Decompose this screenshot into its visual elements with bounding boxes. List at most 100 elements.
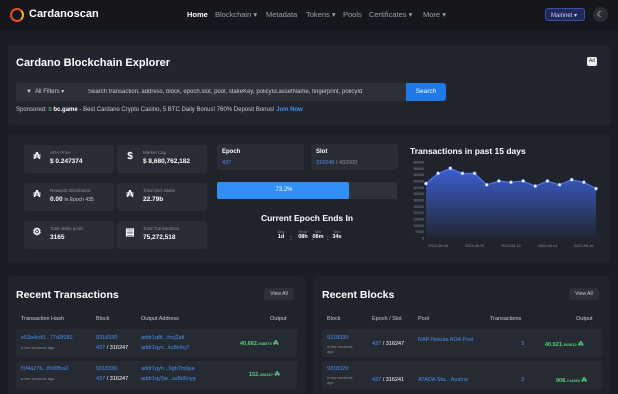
search-input[interactable] (80, 83, 406, 101)
table-row (322, 361, 602, 389)
block-output: 40,921.363612 ₳ (545, 341, 584, 348)
network-selector[interactable]: Mainnet ▾ (545, 8, 585, 21)
nav-certificates[interactable]: Certificates ▾ (369, 10, 412, 19)
slot-label: Slot (316, 149, 328, 155)
block-tx-count: 3 (521, 377, 525, 383)
cardanoscan-logo-icon[interactable] (10, 8, 24, 22)
transactions-chart: 0 5000 10000 15000 20000 25000 30000 35000 40000… (413, 161, 598, 248)
x-tick-label: 2023-08-14 (538, 244, 557, 248)
block-tx-count: 3 (521, 341, 525, 347)
sponsor-join-link[interactable]: Join Now (276, 107, 303, 113)
total-tx-value: 75,272,518 (143, 234, 176, 241)
sponsor-name[interactable]: bc.game (53, 107, 77, 113)
data-point (448, 166, 453, 171)
ada-logo-icon: ₳ (33, 189, 41, 200)
ada-icon: ₳ (273, 340, 279, 347)
y-tick-label: 25000 (413, 205, 424, 209)
ada-logo-icon: ₳ (126, 189, 134, 200)
chart-title: Transactions in past 15 days (410, 146, 526, 156)
ada-icon: ₳ (581, 377, 587, 384)
ad-badge[interactable]: Ad (587, 57, 597, 66)
y-tick-label: 35000 (413, 192, 424, 196)
output-address-link[interactable]: addr1qy5w...ss8d6nyp (141, 376, 196, 382)
tx-time: a few seconds ago (21, 376, 55, 381)
tx-epoch-slot: 437 / 316247 (96, 376, 129, 382)
ada-price-value: $ 0.247374 (50, 158, 83, 165)
slot-card (311, 144, 398, 170)
search-button[interactable]: Search (406, 83, 446, 101)
nav-pools[interactable]: Pools (343, 10, 362, 19)
search-filter-dropdown[interactable]: ▼ All Filters ▾ (16, 83, 80, 101)
recent-blocks-title: Recent Blocks (322, 289, 395, 301)
x-tick-label: 2023-08-08 (428, 244, 447, 248)
y-tick-label: 20000 (413, 211, 424, 215)
slot-value: 316246 / 432000 (316, 160, 358, 166)
x-tick-label: 2023-08-10 (465, 244, 484, 248)
ada-logo-icon: ₳ (33, 151, 41, 162)
pool-link[interactable]: ATADA Sta... Austria (418, 377, 468, 383)
countdown-days: Day 1d (277, 229, 285, 240)
countdown-hours: Hour 08h (298, 229, 308, 240)
chevron-down-icon: ▾ (331, 10, 336, 19)
rewards-value: 0.00 in Epoch 435 (50, 196, 94, 203)
block-link[interactable]: 9318330 (327, 335, 348, 341)
col-header: Block (96, 316, 110, 322)
tx-hash-link[interactable]: e53a4cd0...77d2f182 (21, 335, 73, 341)
col-header: Transaction Hash (21, 316, 64, 322)
y-tick-label: 10000 (413, 224, 424, 228)
pool-link[interactable]: RAP-Nekota ADA Pool (418, 336, 476, 345)
tx-block-link[interactable]: 9318330 (96, 335, 117, 341)
receipt-icon: ▤ (125, 227, 135, 238)
block-link[interactable]: 9318329 (327, 366, 348, 372)
market-cap-value: $ 8,680,762,182 (143, 158, 190, 165)
countdown-minutes: Min 08m (312, 229, 324, 240)
epoch-label: Epoch (222, 149, 241, 155)
tx-block-link[interactable]: 9318330 (96, 366, 117, 372)
stake-pools-label: Total stake pools (50, 226, 84, 231)
x-tick-label: 2023-08-16 (574, 244, 593, 248)
nav-more[interactable]: More ▾ (423, 10, 446, 19)
block-time: a few seconds ago (327, 344, 353, 354)
site-logo-text[interactable]: Cardanoscan (29, 8, 99, 20)
nav-tokens[interactable]: Tokens ▾ (306, 10, 336, 19)
y-tick-label: 50000 (413, 173, 424, 177)
countdown-seconds: Sec 34s (332, 229, 342, 240)
recent-transactions-title: Recent Transactions (16, 289, 119, 301)
col-header: Epoch / Slot (372, 316, 402, 322)
tx-output: 152.426467 ₳ (249, 371, 280, 378)
data-point (509, 180, 513, 185)
output-address-link[interactable]: addr1qyx...kz8v9cj7 (141, 345, 190, 351)
output-address-link[interactable]: addr1q8t...fxcj2jdt (141, 335, 184, 341)
nav-blockchain[interactable]: Blockchain ▾ (215, 10, 257, 19)
view-all-transactions-button[interactable]: View All (264, 288, 294, 300)
chevron-down-icon: ▾ (442, 10, 446, 19)
sponsor-text: - Best Cardano Crypto Casino, 5 BTC Dail… (79, 107, 275, 113)
col-header: Output Address (141, 316, 179, 322)
y-tick-label: 45000 (413, 180, 424, 184)
epoch-countdown-title: Current Epoch Ends In (260, 213, 354, 223)
page-title: Cardano Blockchain Explorer (16, 57, 171, 69)
total-stake-label: Total ADA Stake (143, 188, 176, 193)
ada-icon: ₳ (274, 371, 280, 378)
y-tick-label: 60000 (413, 161, 424, 165)
data-point (533, 184, 538, 188)
data-point (472, 171, 477, 176)
data-point (557, 182, 562, 187)
block-time: a few seconds ago (327, 375, 353, 385)
epoch-progress-text: 73.2% (275, 187, 293, 193)
ada-icon: ₳ (578, 341, 584, 348)
data-point (569, 177, 574, 182)
epoch-value[interactable]: 437 (222, 160, 231, 166)
nav-home[interactable]: Home (187, 10, 208, 19)
epoch-card (217, 144, 304, 170)
tx-hash-link[interactable]: f1f4a276...f0d9fba2 (21, 366, 68, 372)
data-point (545, 179, 550, 183)
col-header: Transactions (490, 316, 522, 322)
tx-output: 40,662.938575 ₳ (240, 340, 279, 347)
output-address-link[interactable]: addr1qyh...9gh7m6pa (141, 366, 195, 372)
view-all-blocks-button[interactable]: View All (569, 288, 599, 300)
theme-toggle-moon-icon[interactable]: ☾ (593, 7, 608, 22)
block-epoch-slot: 437 / 316241 (372, 377, 405, 383)
chevron-down-icon: ▾ (408, 10, 413, 19)
nav-metadata[interactable]: Metadata (266, 10, 297, 19)
